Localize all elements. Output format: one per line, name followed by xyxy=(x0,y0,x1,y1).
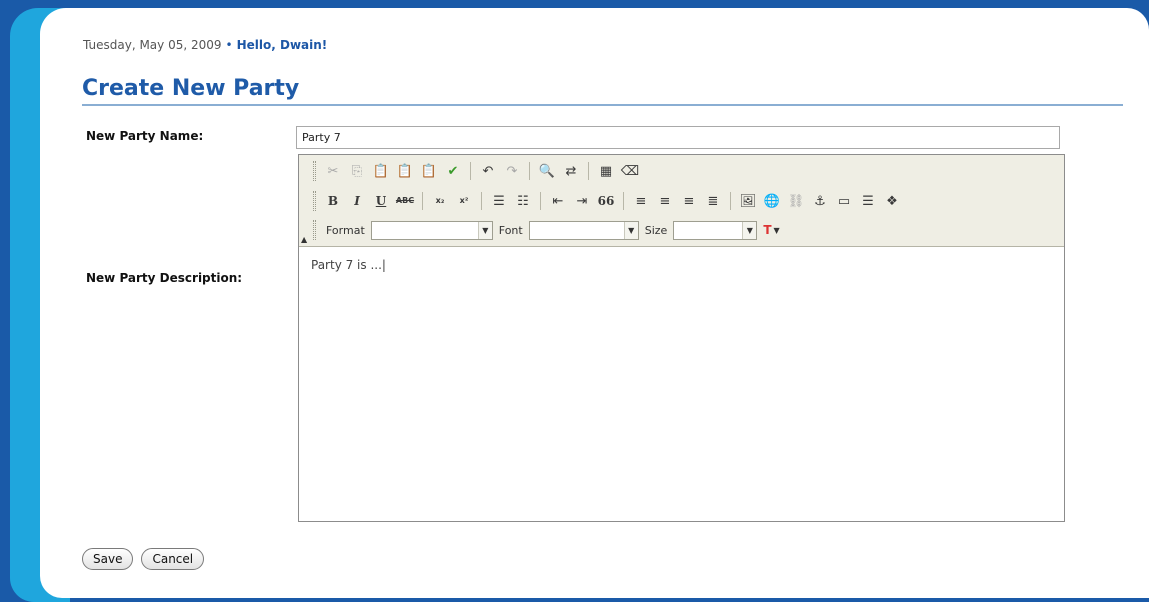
title-divider xyxy=(82,104,1123,106)
spellcheck-icon[interactable]: ✔ xyxy=(442,160,464,182)
outdent-icon[interactable]: ⇤ xyxy=(547,190,569,212)
user-greeting: Hello, Dwain! xyxy=(236,38,328,52)
horizontal-rule-icon[interactable]: ☰ xyxy=(857,190,879,212)
indent-icon[interactable]: ⇥ xyxy=(571,190,593,212)
table-icon[interactable]: ▭ xyxy=(833,190,855,212)
cancel-button[interactable]: Cancel xyxy=(141,548,205,570)
unordered-list-icon[interactable]: ☷ xyxy=(512,190,534,212)
align-right-icon[interactable]: ≡ xyxy=(678,190,700,212)
underline-button[interactable]: U xyxy=(370,190,392,212)
editor-toolbar: ✂ ⎘ 📋 📋 📋 ✔ ↶ ↷ 🔍 ⇄ ▦ ⌫ B I U ABC x₂ x² … xyxy=(299,155,1064,247)
form-actions: Save Cancel xyxy=(82,548,205,570)
toolbar-separator xyxy=(730,192,731,210)
image-icon[interactable]: 🖼 xyxy=(737,190,759,212)
bold-button[interactable]: B xyxy=(322,190,344,212)
toolbar-separator xyxy=(481,192,482,210)
toolbar-grip[interactable] xyxy=(313,220,316,240)
save-button[interactable]: Save xyxy=(82,548,134,570)
size-label: Size xyxy=(644,223,668,237)
party-name-label: New Party Name: xyxy=(86,129,204,143)
undo-icon[interactable]: ↶ xyxy=(477,160,499,182)
editor-content-area[interactable]: Party 7 is ...| xyxy=(299,248,1064,521)
toolbar-separator xyxy=(588,162,589,180)
rich-text-editor: ✂ ⎘ 📋 📋 📋 ✔ ↶ ↷ 🔍 ⇄ ▦ ⌫ B I U ABC x₂ x² … xyxy=(298,154,1065,522)
page-title: Create New Party xyxy=(82,76,300,101)
blockquote-button[interactable]: 66 xyxy=(595,190,617,212)
align-center-icon[interactable]: ≡ xyxy=(654,190,676,212)
chevron-down-icon: ▼ xyxy=(623,221,638,239)
remove-format-icon[interactable]: ⌫ xyxy=(619,160,641,182)
link-icon[interactable]: 🌐 xyxy=(761,190,783,212)
toolbar-separator xyxy=(529,162,530,180)
unlink-icon[interactable]: ⛓ xyxy=(785,190,807,212)
toolbar-row-1: ✂ ⎘ 📋 📋 📋 ✔ ↶ ↷ 🔍 ⇄ ▦ ⌫ xyxy=(313,158,641,184)
toolbar-row-3: Format ▼ Font ▼ Size ▼ T ▼ xyxy=(313,217,780,243)
toolbar-separator xyxy=(540,192,541,210)
text-color-button[interactable]: T ▼ xyxy=(763,223,779,237)
copy-icon[interactable]: ⎘ xyxy=(346,160,368,182)
redo-icon[interactable]: ↷ xyxy=(501,160,523,182)
paste-word-icon[interactable]: 📋 xyxy=(418,160,440,182)
cut-icon[interactable]: ✂ xyxy=(322,160,344,182)
header-separator: • xyxy=(225,38,233,52)
justify-icon[interactable]: ≣ xyxy=(702,190,724,212)
toolbar-separator xyxy=(623,192,624,210)
chevron-down-icon: ▼ xyxy=(773,225,780,235)
find-icon[interactable]: 🔍 xyxy=(536,160,558,182)
anchor-icon[interactable]: ⚓ xyxy=(809,190,831,212)
replace-icon[interactable]: ⇄ xyxy=(560,160,582,182)
chevron-down-icon: ▼ xyxy=(742,221,757,239)
text-color-icon: T xyxy=(763,223,772,237)
paste-text-icon[interactable]: 📋 xyxy=(394,160,416,182)
collapse-toolbar-icon[interactable]: ▲ xyxy=(301,236,307,244)
paste-icon[interactable]: 📋 xyxy=(370,160,392,182)
font-label: Font xyxy=(498,223,523,237)
ordered-list-icon[interactable]: ☰ xyxy=(488,190,510,212)
date-greeting-line: Tuesday, May 05, 2009 • Hello, Dwain! xyxy=(83,38,327,52)
toolbar-row-2: B I U ABC x₂ x² ☰ ☷ ⇤ ⇥ 66 ≡ ≡ ≡ ≣ 🖼 🌐 ⛓… xyxy=(313,188,903,214)
party-description-label: New Party Description: xyxy=(86,271,243,285)
size-select[interactable]: ▼ xyxy=(673,220,758,240)
format-label: Format xyxy=(326,223,365,237)
align-left-icon[interactable]: ≡ xyxy=(630,190,652,212)
special-char-icon[interactable]: ❖ xyxy=(881,190,903,212)
content-panel: Tuesday, May 05, 2009 • Hello, Dwain! Crea… xyxy=(40,8,1149,598)
select-all-icon[interactable]: ▦ xyxy=(595,160,617,182)
party-name-input[interactable] xyxy=(296,126,1060,149)
toolbar-grip[interactable] xyxy=(313,191,316,211)
toolbar-separator xyxy=(422,192,423,210)
superscript-button[interactable]: x² xyxy=(453,190,475,212)
subscript-button[interactable]: x₂ xyxy=(429,190,451,212)
toolbar-separator xyxy=(470,162,471,180)
format-select[interactable]: ▼ xyxy=(370,220,493,240)
toolbar-grip[interactable] xyxy=(313,161,316,181)
italic-button[interactable]: I xyxy=(346,190,368,212)
strikethrough-button[interactable]: ABC xyxy=(394,190,416,212)
current-date: Tuesday, May 05, 2009 xyxy=(83,38,222,52)
chevron-down-icon: ▼ xyxy=(477,221,492,239)
font-select[interactable]: ▼ xyxy=(528,220,639,240)
